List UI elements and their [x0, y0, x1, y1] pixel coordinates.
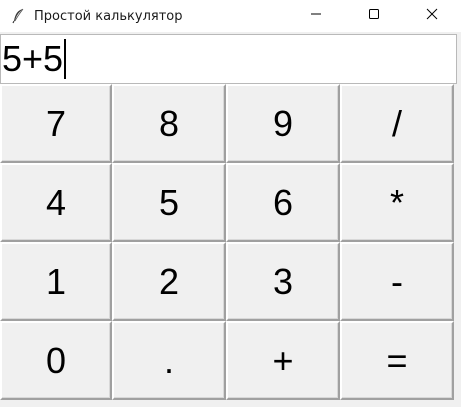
key-label: 1 [45, 260, 67, 302]
minimize-icon [310, 7, 322, 25]
key-2-button[interactable]: 2 [112, 242, 226, 321]
minimize-button[interactable] [287, 0, 345, 32]
key-label: + [272, 339, 294, 381]
key-subtract-button[interactable]: - [340, 242, 454, 321]
key-label: = [386, 339, 408, 381]
key-label: - [391, 260, 403, 302]
key-label: 5 [158, 181, 180, 223]
close-button[interactable] [403, 0, 461, 32]
key-label: 7 [45, 102, 67, 144]
feather-icon [10, 8, 26, 24]
key-8-button[interactable]: 8 [112, 84, 226, 163]
key-9-button[interactable]: 9 [226, 84, 340, 163]
key-label: 8 [158, 102, 180, 144]
text-cursor [64, 39, 67, 79]
title-bar[interactable]: Простой калькулятор [0, 0, 461, 32]
key-add-button[interactable]: + [226, 321, 340, 400]
key-label: / [391, 102, 402, 144]
key-label: . [163, 339, 174, 381]
key-equals-button[interactable]: = [340, 321, 454, 400]
maximize-button[interactable] [345, 0, 403, 32]
key-decimal-button[interactable]: . [112, 321, 226, 400]
keypad: 7 8 9 / 4 5 6 * 1 2 3 - 0. + = [0, 84, 454, 400]
expression-input[interactable]: 5+5 [0, 34, 457, 84]
key-7-button[interactable]: 7 [0, 84, 112, 163]
window-title: Простой калькулятор [34, 8, 183, 24]
key-label: 3 [272, 260, 294, 302]
maximize-icon [368, 7, 380, 25]
key-0-button[interactable]: 0 [0, 321, 112, 400]
key-divide-button[interactable]: / [340, 84, 454, 163]
key-4-button[interactable]: 4 [0, 163, 112, 242]
key-1-button[interactable]: 1 [0, 242, 112, 321]
key-3-button[interactable]: 3 [226, 242, 340, 321]
key-label: 4 [45, 181, 67, 223]
key-multiply-button[interactable]: * [340, 163, 454, 242]
expression-value: 5+5 [2, 38, 64, 79]
key-label: 2 [158, 260, 180, 302]
close-icon [426, 7, 438, 25]
window-controls [287, 0, 461, 32]
key-label: 6 [272, 181, 294, 223]
calculator-window: Простой калькулятор 5+5 7 8 9 / 4 5 6 * 1 2 3 - 0. + = [0, 0, 461, 407]
key-label: 0 [45, 339, 67, 381]
key-label: 9 [272, 102, 294, 144]
key-label: * [389, 181, 404, 223]
key-6-button[interactable]: 6 [226, 163, 340, 242]
key-5-button[interactable]: 5 [112, 163, 226, 242]
